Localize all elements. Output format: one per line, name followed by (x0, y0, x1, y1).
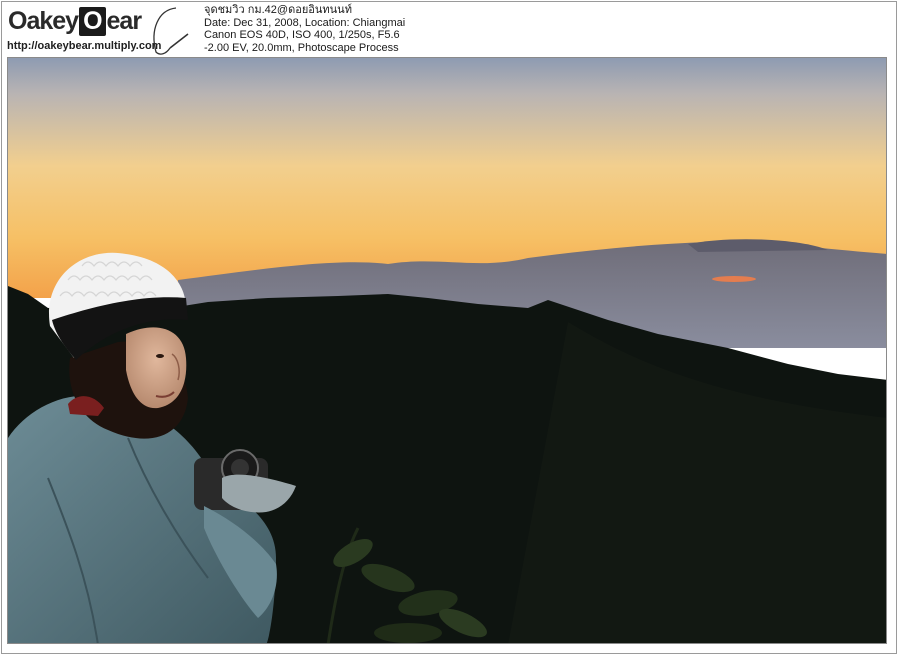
logo-text: Oakey Oear (8, 7, 142, 36)
photo-camera-settings: Canon EOS 40D, ISO 400, 1/250s, F5.6 (204, 29, 400, 42)
oakeybear-logo: Oakey Oear http://oakeybear.multiply.com (6, 3, 196, 55)
watermark-header: Oakey Oear http://oakeybear.multiply.com … (0, 0, 900, 56)
photo-date-location: Date: Dec 31, 2008, Location: Chiangmai (204, 16, 406, 29)
photo-title: จุดชมวิว กม.42@ดอยอินทนนท์ (204, 4, 352, 16)
logo-camera-mark: O (79, 7, 106, 36)
logo-url: http://oakeybear.multiply.com (7, 40, 162, 52)
sunrise-photo (7, 57, 887, 644)
photo-info: จุดชมวิว กม.42@ดอยอินทนนท์ Date: Dec 31,… (204, 4, 405, 54)
photo-exposure: -2.00 EV, 20.0mm, Photoscape Process (204, 41, 399, 54)
